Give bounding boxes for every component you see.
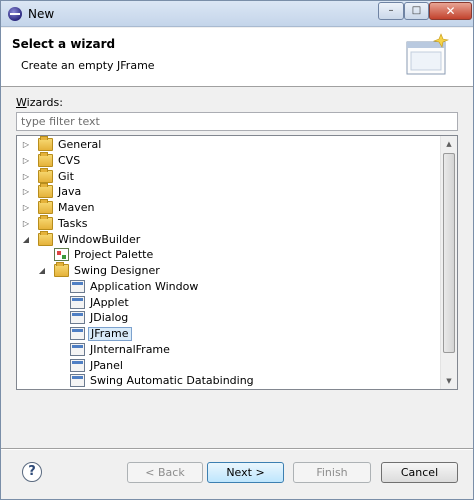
dialog-icon <box>70 311 85 325</box>
tree-item-label: JDialog <box>90 311 129 325</box>
wizards-label-rest: izards: <box>26 96 63 109</box>
tree-item-label: Git <box>58 169 74 183</box>
panel-icon <box>70 358 85 372</box>
databinding-icon <box>70 374 85 388</box>
folder-icon <box>38 214 53 230</box>
new-wizard-dialog: New – □ ✕ Select a wizard Create an empt… <box>0 0 474 500</box>
folder-icon <box>38 199 53 214</box>
minimize-button[interactable]: – <box>378 2 404 20</box>
tree-scrollbar[interactable]: ▲ ▼ <box>440 136 457 389</box>
tree-item-jpanel[interactable]: JPanel <box>17 358 441 374</box>
frame-icon <box>70 327 85 340</box>
palette-icon <box>54 248 69 262</box>
tree-item-japplet[interactable]: JApplet <box>17 295 441 311</box>
tree-item-label: Swing Designer <box>74 264 160 277</box>
tree-item-label: JPanel <box>90 358 123 372</box>
title-bar[interactable]: New – □ ✕ <box>1 1 473 27</box>
window-title: New <box>28 7 55 21</box>
tree-item-windowbuilder[interactable]: ◢ WindowBuilder <box>17 230 441 248</box>
filter-input[interactable] <box>16 112 458 131</box>
tree-item-maven[interactable]: ▷ Maven <box>17 199 441 216</box>
close-button[interactable]: ✕ <box>429 2 472 20</box>
tree-item-project-palette[interactable]: Project Palette <box>17 247 441 263</box>
tree-item-tasks[interactable]: ▷ Tasks <box>17 214 441 232</box>
maximize-button[interactable]: □ <box>404 2 429 20</box>
internal-frame-icon <box>70 342 85 356</box>
tree-item-jframe[interactable]: JFrame <box>17 326 441 342</box>
folder-icon <box>38 151 53 167</box>
tree-item-cvs[interactable]: ▷ CVS <box>17 151 441 169</box>
page-title: Select a wizard <box>12 37 116 51</box>
tree-item-label: Maven <box>58 201 95 214</box>
collapsed-arrow-icon[interactable]: ▷ <box>21 156 31 166</box>
tree-item-label: JInternalFrame <box>90 342 170 356</box>
scroll-up-arrow-icon[interactable]: ▲ <box>441 136 457 152</box>
folder-icon <box>38 167 53 183</box>
wizard-header: Select a wizard Create an empty JFrame <box>1 28 473 87</box>
applet-icon <box>70 295 85 309</box>
tree-item-jdialog[interactable]: JDialog <box>17 310 441 326</box>
tree-item-label: Application Window <box>90 279 199 293</box>
tree-item-swing-designer[interactable]: ◢ Swing Designer <box>17 262 441 279</box>
folder-icon <box>38 230 53 246</box>
cancel-button[interactable]: Cancel <box>381 462 458 483</box>
tree-item-label: General <box>58 138 102 151</box>
folder-icon <box>38 136 53 151</box>
tree-item-label: Swing Automatic Databinding <box>90 374 254 388</box>
eclipse-app-icon <box>8 7 22 21</box>
back-button[interactable]: < Back <box>127 462 203 483</box>
expanded-arrow-icon[interactable]: ◢ <box>37 266 47 276</box>
folder-icon <box>38 183 53 199</box>
tree-item-git[interactable]: ▷ Git <box>17 167 441 185</box>
collapsed-arrow-icon[interactable]: ▷ <box>21 187 31 197</box>
new-wizard-banner-icon <box>406 33 450 75</box>
tree-item-label: JApplet <box>90 295 129 309</box>
tree-item-swing-automatic-databinding[interactable]: Swing Automatic Databinding <box>17 373 441 389</box>
folder-icon <box>54 262 69 277</box>
wizards-label: Wizards: <box>16 96 63 109</box>
collapsed-arrow-icon[interactable]: ▷ <box>21 172 31 182</box>
page-description: Create an empty JFrame <box>21 59 155 72</box>
tree-item-application-window[interactable]: Application Window <box>17 279 441 295</box>
button-bar-separator <box>1 448 473 450</box>
tree-item-label: JFrame <box>88 327 132 341</box>
window-icon <box>70 279 85 293</box>
finish-button[interactable]: Finish <box>293 462 371 483</box>
help-icon[interactable]: ? <box>22 462 42 482</box>
tree-item-label: Project Palette <box>74 248 154 262</box>
tree-item-java[interactable]: ▷ Java <box>17 183 441 200</box>
expanded-arrow-icon[interactable]: ◢ <box>21 235 31 245</box>
collapsed-arrow-icon[interactable]: ▷ <box>21 219 31 229</box>
wizard-tree[interactable]: Swing Automatic Databinding JPanel JIntern… <box>16 135 458 390</box>
tree-item-label: WindowBuilder <box>58 232 141 246</box>
tree-item-label: Java <box>58 185 82 199</box>
next-button[interactable]: Next > <box>207 462 284 483</box>
collapsed-arrow-icon[interactable]: ▷ <box>21 140 31 150</box>
tree-item-label: Tasks <box>58 216 88 230</box>
scroll-down-arrow-icon[interactable]: ▼ <box>441 373 457 389</box>
tree-item-label: CVS <box>58 153 81 167</box>
tree-item-general[interactable]: ▷ General <box>17 136 441 153</box>
tree-item-jinternalframe[interactable]: JInternalFrame <box>17 342 441 358</box>
scrollbar-thumb[interactable] <box>443 153 455 353</box>
collapsed-arrow-icon[interactable]: ▷ <box>21 203 31 213</box>
